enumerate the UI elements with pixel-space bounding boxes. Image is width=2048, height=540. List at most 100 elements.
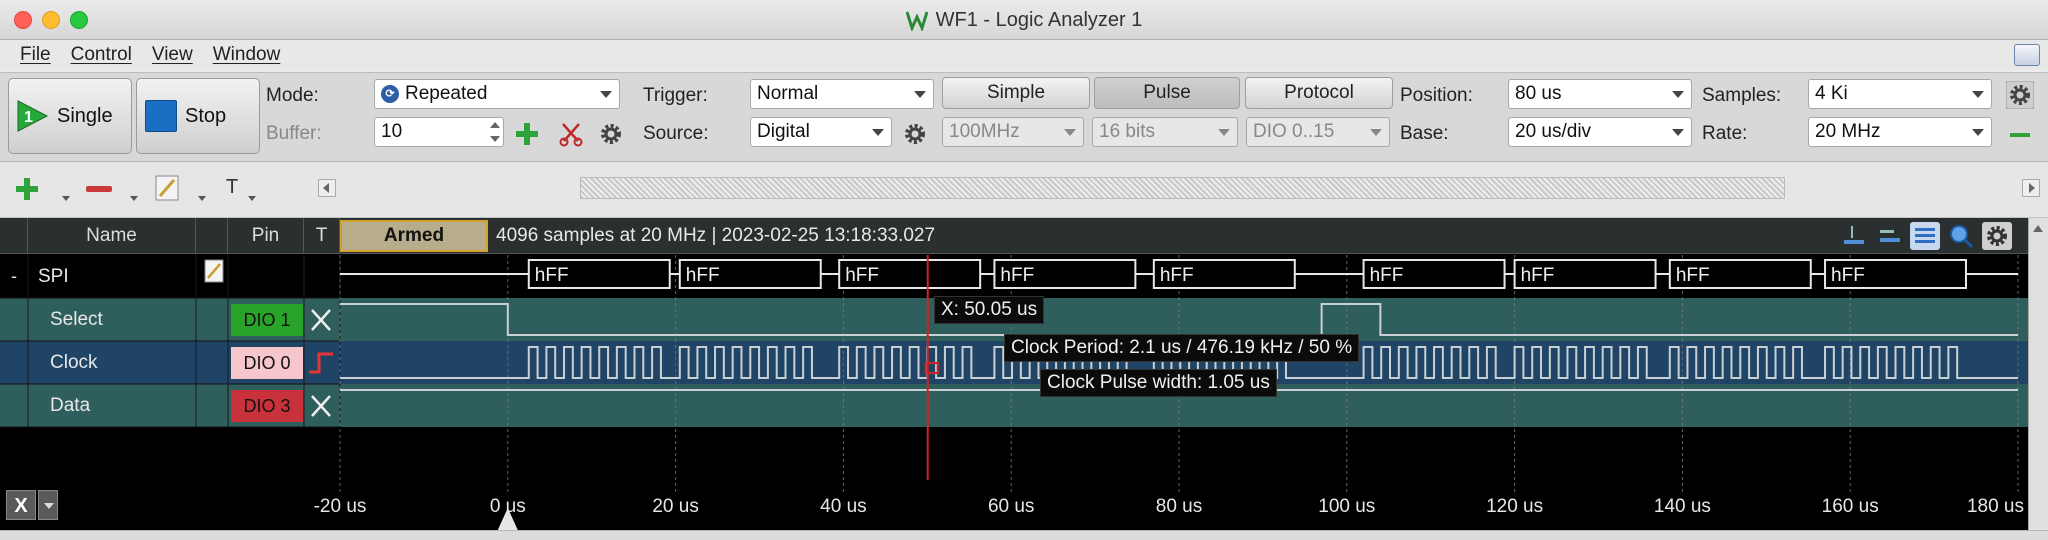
vertical-scrollbar[interactable] (2028, 218, 2048, 530)
stop-icon (145, 100, 177, 132)
mode-label: Mode: (266, 85, 319, 106)
signal-row-data[interactable]: Data DIO 3 (0, 384, 340, 427)
edit-channel-icon[interactable] (154, 174, 180, 202)
bus-value-label: hFF (1676, 265, 1710, 286)
add-channel-dropdown-icon[interactable] (62, 196, 70, 201)
close-panel-dropdown-icon[interactable] (38, 490, 58, 520)
clock-period-tooltip: Clock Period: 2.1 us / 476.19 kHz / 50 % (1004, 334, 1360, 362)
collapse-minus-icon[interactable] (2008, 123, 2032, 147)
text-tool-dropdown-icon[interactable] (248, 196, 256, 201)
play-icon: 1 (17, 100, 49, 132)
buffer-stepper[interactable]: 10 (374, 117, 504, 147)
mode-select[interactable]: ⟳ Repeated (374, 79, 620, 109)
dock-toggle-icon[interactable] (2014, 44, 2040, 66)
window-title: WF1 - Logic Analyzer 1 (935, 8, 1143, 31)
single-button-label: Single (57, 104, 113, 127)
protocol-trigger-button[interactable]: Protocol (1245, 77, 1393, 109)
bus-collapse-toggle[interactable]: - (0, 255, 28, 298)
trigger-label: Trigger: (643, 85, 708, 106)
analyzer-view: Name Pin T Armed 4096 samples at 20 MHz … (0, 218, 2028, 530)
menu-file[interactable]: File (10, 44, 61, 66)
axis-tick-label: 100 us (1318, 496, 1376, 517)
menu-view[interactable]: View (142, 44, 203, 66)
edit-channel-dropdown-icon[interactable] (198, 196, 206, 201)
svg-text:1: 1 (24, 109, 33, 126)
pin-badge[interactable]: DIO 0 (231, 347, 303, 379)
bus-value-label: hFF (1521, 265, 1555, 286)
gear-icon[interactable] (598, 121, 624, 147)
bus-value-label: hFF (1000, 265, 1034, 286)
menu-window[interactable]: Window (203, 44, 291, 66)
bus-value-label: hFF (686, 265, 720, 286)
trigger-select[interactable]: Normal (750, 79, 934, 109)
pin-badge[interactable]: DIO 3 (231, 390, 303, 422)
source-settings-gear-icon[interactable] (902, 121, 928, 147)
time-scrollbar[interactable] (580, 177, 1785, 199)
base-label: Base: (1400, 123, 1449, 144)
axis-tick-label: 40 us (820, 496, 867, 517)
samples-value: 4 Ki (1815, 83, 1848, 104)
acquisition-settings-gear-icon[interactable] (2006, 81, 2034, 109)
source-select[interactable]: Digital (750, 117, 892, 147)
signal-row-clock[interactable]: Clock DIO 0 (0, 341, 340, 384)
axis-tick-label: 160 us (1821, 496, 1879, 517)
trigger-value: Normal (757, 83, 819, 104)
axis-tick-label: 180 us (1966, 496, 2024, 517)
menu-control[interactable]: Control (61, 44, 142, 66)
trigger-rate-select[interactable]: 100MHz (942, 117, 1084, 147)
single-button[interactable]: 1 Single (8, 78, 132, 154)
axis-tick-label: 20 us (652, 496, 699, 517)
simple-trigger-button[interactable]: Simple (942, 77, 1090, 109)
bus-value-label: hFF (535, 265, 569, 286)
axis-tick-label: 120 us (1486, 496, 1544, 517)
bus-edit-icon[interactable] (204, 259, 224, 283)
channel-toolbar: T (0, 162, 2048, 218)
dio-range-select[interactable]: DIO 0..15 (1246, 117, 1390, 147)
buffer-label: Buffer: (266, 123, 322, 144)
add-channel-icon[interactable] (14, 176, 40, 202)
trigger-rising-edge-icon[interactable] (306, 347, 336, 379)
text-tool-icon[interactable]: T (226, 176, 238, 199)
pulse-trigger-button[interactable]: Pulse (1094, 77, 1240, 109)
bits-value: 16 bits (1099, 121, 1155, 142)
stop-button[interactable]: Stop (136, 78, 260, 154)
axis-tick-label: -20 us (313, 496, 367, 517)
samples-label: Samples: (1702, 85, 1782, 106)
mode-value: Repeated (405, 83, 488, 104)
bottom-strip (0, 530, 2048, 540)
buffer-value: 10 (381, 121, 403, 142)
axis-tick-label: 60 us (987, 496, 1035, 517)
base-value: 20 us/div (1515, 121, 1592, 142)
signal-name: Data (50, 395, 91, 416)
close-panel-button[interactable]: X (6, 490, 36, 520)
bus-row-spi[interactable]: - SPI (0, 255, 340, 298)
signal-name: Clock (50, 352, 98, 373)
scroll-left-icon[interactable] (318, 179, 336, 197)
cut-icon[interactable] (558, 121, 584, 147)
add-icon[interactable] (514, 121, 540, 147)
bus-value-label: hFF (1831, 265, 1865, 286)
samples-select[interactable]: 4 Ki (1808, 79, 1992, 109)
remove-channel-dropdown-icon[interactable] (130, 196, 138, 201)
pin-badge[interactable]: DIO 1 (231, 304, 303, 336)
position-select[interactable]: 80 us (1508, 79, 1692, 109)
signal-row-select[interactable]: Select DIO 1 (0, 298, 340, 341)
clock-pulse-width-tooltip: Clock Pulse width: 1.05 us (1040, 369, 1277, 397)
axis-tick-label: 140 us (1653, 496, 1711, 517)
bus-value-label: hFF (845, 265, 879, 286)
bits-select[interactable]: 16 bits (1092, 117, 1238, 147)
remove-channel-icon[interactable] (84, 176, 114, 202)
rate-value: 20 MHz (1815, 121, 1881, 142)
rate-label: Rate: (1702, 123, 1748, 144)
cursor-position-tooltip: X: 50.05 us (934, 296, 1045, 324)
scroll-right-icon[interactable] (2022, 179, 2040, 197)
menu-bar: File Control View Window (0, 40, 2048, 70)
base-select[interactable]: 20 us/div (1508, 117, 1692, 147)
trigger-ignore-icon[interactable] (306, 390, 336, 422)
logic-analyzer-window: WF1 - Logic Analyzer 1 File Control View… (0, 0, 2048, 540)
bus-name: SPI (38, 266, 69, 287)
trigger-ignore-icon[interactable] (306, 304, 336, 336)
repeat-icon: ⟳ (381, 85, 399, 103)
rate-select[interactable]: 20 MHz (1808, 117, 1992, 147)
position-value: 80 us (1515, 83, 1562, 104)
